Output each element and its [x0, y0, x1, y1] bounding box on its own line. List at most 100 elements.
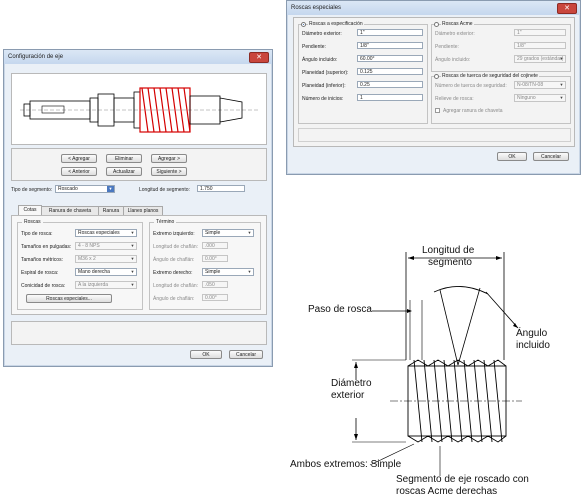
inch-sizes-label: Tamaños en pulgadas: [21, 244, 72, 250]
add-after-button[interactable]: Agregar > [151, 154, 187, 163]
chevron-down-icon: ▼ [130, 269, 135, 274]
thread-relief-label: Relieve de rosca: [435, 96, 474, 102]
spec-threads-radio[interactable] [301, 22, 306, 27]
close-icon[interactable]: ✕ [249, 52, 269, 63]
thread-dialog-titlebar: Roscas especiales ✕ [287, 1, 580, 15]
right-end-select[interactable]: Simple ▼ [202, 268, 254, 276]
flat-top-label: Planeidad (superior): [302, 70, 349, 76]
thread-preview-box [298, 128, 571, 142]
metric-sizes-value: M36 x 2 [78, 256, 96, 262]
add-before-button[interactable]: < Agregar [61, 154, 97, 163]
safety-threads-radio[interactable] [434, 74, 439, 79]
ok-button[interactable]: OK [190, 350, 222, 359]
thread-spiral-select[interactable]: Mano derecha ▼ [75, 268, 137, 276]
thread-spiral-label: Espiral de rosca: [21, 270, 59, 276]
inch-sizes-select[interactable]: 4 - 8 NPS ▼ [75, 242, 137, 250]
keyway-checkbox-label: Agregar ranura de chaveta [443, 108, 503, 114]
special-threads-dialog: Roscas especiales ✕ Roscas a especificac… [286, 0, 581, 175]
tab-content: Roscas Tipo de rosca: Roscas especiales … [11, 215, 267, 315]
caption-line-1: Segmento de eje roscado con [396, 474, 529, 485]
previous-button[interactable]: < Anterior [61, 167, 97, 176]
metric-sizes-select[interactable]: M36 x 2 ▼ [75, 255, 137, 263]
spec-threads-label: Roscas a especificación [308, 21, 364, 27]
axis-dialog-titlebar: Configuración de eje ✕ [4, 50, 272, 64]
outer-diameter-input[interactable]: 1" [357, 29, 423, 36]
chevron-down-icon: ▼ [559, 95, 564, 100]
safety-nut-value: N-08/TN-08 [517, 82, 544, 88]
segment-type-select[interactable]: Roscado ▼ [55, 185, 115, 193]
next-button[interactable]: Siguiente > [151, 167, 187, 176]
acme-pitch-label: Pendiente: [435, 44, 459, 50]
acme-angle-label: Ángulo incluido: [435, 57, 471, 63]
angle-label-2: incluido [516, 340, 550, 351]
axis-dialog-title: Configuración de eje [8, 54, 64, 60]
length-label-1: Longitud de [422, 245, 475, 256]
chamfer-angle-label: Ángulo de chaflán: [153, 257, 195, 263]
segment-type-label: Tipo de segmento: [11, 187, 53, 193]
thread-type-value: Roscas especiales [78, 230, 120, 236]
left-end-select[interactable]: Simple ▼ [202, 229, 254, 237]
special-threads-button[interactable]: Roscas especiales... [26, 294, 112, 303]
chevron-down-icon: ▼ [130, 243, 135, 248]
flat-bottom-input[interactable]: 0.25 [357, 81, 423, 88]
pitch-label: Paso de rosca [308, 304, 372, 315]
pitch-label: Pendiente: [302, 44, 326, 50]
thread-cancel-button[interactable]: Cancelar [533, 152, 569, 161]
safety-threads-group: Roscas de tuerca de seguridad del cojine… [431, 73, 571, 124]
flat-bottom-label: Planeidad (inferior): [302, 83, 346, 89]
keyway-checkbox[interactable] [435, 108, 440, 113]
chevron-down-icon: ▼ [130, 256, 135, 261]
diameter-label-2: exterior [331, 390, 365, 401]
outer-diameter-label: Diámetro exterior: [302, 31, 342, 37]
inch-sizes-value: 4 - 8 NPS [78, 243, 100, 249]
left-end-value: Simple [205, 230, 221, 236]
pitch-input[interactable]: 1/8" [357, 42, 423, 49]
shaft-drawing [20, 87, 258, 133]
chevron-down-icon: ▼ [247, 269, 252, 274]
thread-dialog-title: Roscas especiales [291, 5, 342, 11]
chamfer-angle-input[interactable]: 0.00° [202, 255, 228, 262]
cancel-button[interactable]: Cancelar [229, 350, 263, 359]
acme-threads-radio[interactable] [434, 22, 439, 27]
thread-spiral-value: Mano derecha [78, 269, 110, 275]
threads-group-title: Roscas [22, 219, 43, 225]
included-angle-input[interactable]: 60.00° [357, 55, 423, 62]
thread-type-select[interactable]: Roscas especiales ▼ [75, 229, 137, 237]
left-end-label: Extremo izquierdo: [153, 231, 195, 237]
chevron-down-icon: ▼ [559, 82, 564, 87]
thread-taper-select[interactable]: A la izquierda ▼ [75, 281, 137, 289]
acme-threads-label: Roscas Acme [441, 21, 474, 27]
right-end-value: Simple [205, 269, 221, 275]
safety-nut-select[interactable]: N-08/TN-08 ▼ [514, 81, 566, 89]
thread-taper-label: Conicidad de rosca: [21, 283, 66, 289]
ends-group: Término Extremo izquierdo: Simple ▼ Long… [149, 219, 261, 310]
starts-label: Número de inicios: [302, 96, 344, 102]
delete-button[interactable]: Eliminar [106, 154, 142, 163]
thread-relief-select[interactable]: Ninguno ▼ [514, 94, 566, 102]
segment-buttons-panel: < Agregar Eliminar Agregar > < Anterior … [11, 148, 267, 181]
acme-outer-diameter-input[interactable]: 1" [514, 29, 566, 36]
thread-ok-button[interactable]: OK [497, 152, 527, 161]
metric-sizes-label: Tamaños métricos: [21, 257, 63, 263]
status-panel [11, 321, 267, 345]
ends-label: Ambos extremos: Simple [290, 459, 402, 470]
segment-length-input[interactable]: 1.750 [197, 185, 245, 192]
update-button[interactable]: Actualizar [106, 167, 142, 176]
acme-angle-value: 29 grados (estándar) [517, 56, 564, 62]
chamfer-length2-input[interactable]: .050 [202, 281, 228, 288]
chevron-down-icon: ▼ [247, 230, 252, 235]
flat-top-input[interactable]: 0.125 [357, 68, 423, 75]
safety-nut-label: Número de tuerca de seguridad: [435, 83, 507, 89]
chamfer-length2-label: Longitud de chaflán: [153, 283, 199, 289]
close-icon[interactable]: ✕ [557, 3, 577, 14]
safety-threads-label: Roscas de tuerca de seguridad del cojine… [441, 73, 539, 79]
acme-angle-select[interactable]: 29 grados (estándar) ▼ [514, 55, 566, 63]
acme-pitch-input[interactable]: 1/8" [514, 42, 566, 49]
chevron-down-icon: ▼ [559, 56, 564, 61]
chamfer-angle2-input[interactable]: 0.00° [202, 294, 228, 301]
axis-config-dialog: Configuración de eje ✕ < Agregar Elimina… [3, 49, 273, 367]
acme-threads-group: Roscas Acme Diámetro exterior: 1" Pendie… [431, 21, 571, 72]
chamfer-length-label: Longitud de chaflán: [153, 244, 199, 250]
chamfer-length-input[interactable]: .000 [202, 242, 228, 249]
starts-input[interactable]: 1 [357, 94, 423, 101]
